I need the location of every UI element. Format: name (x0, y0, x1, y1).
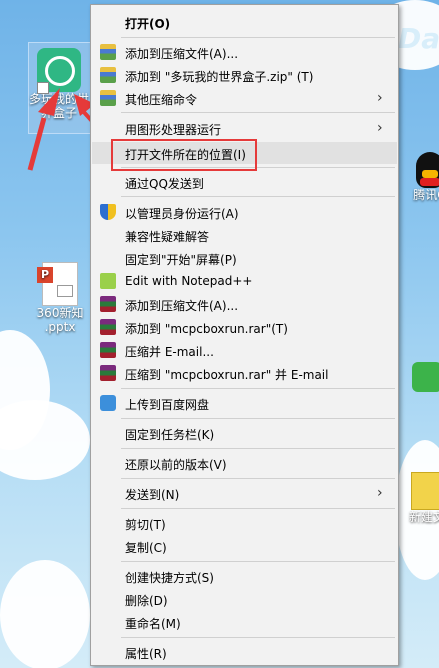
desktop-icon-label: 腾讯Q (413, 188, 439, 202)
notepad-icon (100, 273, 116, 289)
rar-icon (100, 319, 116, 335)
menu-item-label: 复制(C) (125, 541, 167, 555)
winrar-icon (100, 90, 116, 106)
menu-item-run-with-gpu[interactable]: 用图形处理器运行 › (92, 117, 397, 139)
menu-item-add-to-archive[interactable]: 添加到压缩文件(A)... (92, 41, 397, 63)
menu-item-label: 剪切(T) (125, 518, 166, 532)
menu-item-cut[interactable]: 剪切(T) (92, 512, 397, 534)
menu-item-label: 添加到 "多玩我的世界盒子.zip" (T) (125, 70, 314, 84)
menu-item-label: 添加到压缩文件(A)... (125, 47, 239, 61)
qq-penguin-icon (416, 152, 439, 188)
menu-separator (121, 388, 395, 389)
menu-separator (121, 561, 395, 562)
menu-item-label: 用图形处理器运行 (125, 123, 222, 137)
new-file-icon (411, 472, 439, 510)
rar-icon (100, 296, 116, 312)
menu-item-send-to[interactable]: 发送到(N) › (92, 482, 397, 504)
menu-item-run-as-admin[interactable]: 以管理员身份运行(A) (92, 201, 397, 223)
menu-item-rar-compress-named-email[interactable]: 压缩到 "mcpcboxrun.rar" 并 E-mail (92, 362, 397, 384)
menu-item-label: 其他压缩命令 (125, 93, 198, 107)
desktop-icon-label: 360新知 (36, 306, 84, 320)
menu-separator (121, 637, 395, 638)
menu-item-label: 属性(R) (125, 647, 167, 661)
menu-item-label: 创建快捷方式(S) (125, 571, 214, 585)
menu-item-label: 固定到任务栏(K) (125, 428, 215, 442)
menu-separator (121, 112, 395, 113)
menu-separator (121, 478, 395, 479)
menu-item-label: 发送到(N) (125, 488, 180, 502)
menu-item-label: Edit with Notepad++ (125, 274, 253, 288)
menu-item-compat-troubleshoot[interactable]: 兼容性疑难解答 (92, 224, 397, 246)
chevron-right-icon: › (377, 90, 383, 106)
winrar-icon (100, 44, 116, 60)
menu-item-label: 压缩到 "mcpcboxrun.rar" 并 E-mail (125, 368, 329, 382)
menu-item-pin-taskbar[interactable]: 固定到任务栏(K) (92, 422, 397, 444)
pptx-file-icon: P (37, 262, 78, 306)
shield-icon (100, 204, 116, 220)
menu-item-other-compress[interactable]: 其他压缩命令 › (92, 87, 397, 109)
menu-separator (121, 196, 395, 197)
menu-item-label: 以管理员身份运行(A) (125, 207, 239, 221)
menu-separator (121, 448, 395, 449)
menu-item-rar-compress-email[interactable]: 压缩并 E-mail... (92, 339, 397, 361)
menu-item-pin-to-start[interactable]: 固定到"开始"屏幕(P) (92, 247, 397, 269)
menu-item-label: 上传到百度网盘 (125, 398, 210, 412)
menu-separator (121, 37, 395, 38)
menu-item-properties[interactable]: 属性(R) (92, 641, 397, 663)
desktop-icon-new[interactable]: 新建文 (402, 472, 439, 524)
menu-item-open[interactable]: 打开(O) (92, 11, 397, 33)
chevron-right-icon: › (377, 485, 383, 501)
chevron-right-icon: › (377, 120, 383, 136)
menu-item-label: 压缩并 E-mail... (125, 345, 214, 359)
menu-item-send-via-qq[interactable]: 通过QQ发送到 (92, 171, 397, 193)
menu-item-label: 还原以前的版本(V) (125, 458, 227, 472)
menu-item-add-to-zip[interactable]: 添加到 "多玩我的世界盒子.zip" (T) (92, 64, 397, 86)
menu-item-label: 通过QQ发送到 (125, 177, 204, 191)
desktop-icon-qq[interactable]: 腾讯Q (410, 152, 439, 202)
menu-separator (121, 508, 395, 509)
rar-icon (100, 342, 116, 358)
wechat-icon[interactable] (412, 362, 439, 392)
menu-item-label: 添加到 "mcpcboxrun.rar"(T) (125, 322, 288, 336)
menu-item-label: 打开(O) (125, 17, 171, 31)
desktop-icon-label: 新建文 (408, 510, 439, 524)
menu-item-copy[interactable]: 复制(C) (92, 535, 397, 557)
menu-item-rar-add-archive[interactable]: 添加到压缩文件(A)... (92, 293, 397, 315)
annotation-highlight-box (111, 139, 257, 171)
context-menu: 打开(O) 添加到压缩文件(A)... 添加到 "多玩我的世界盒子.zip" (… (90, 4, 399, 666)
menu-item-label: 重命名(M) (125, 617, 181, 631)
menu-item-upload-baidu[interactable]: 上传到百度网盘 (92, 392, 397, 414)
menu-item-label: 删除(D) (125, 594, 168, 608)
menu-item-delete[interactable]: 删除(D) (92, 588, 397, 610)
menu-item-label: 固定到"开始"屏幕(P) (125, 253, 237, 267)
menu-item-create-shortcut[interactable]: 创建快捷方式(S) (92, 565, 397, 587)
baidu-cloud-icon (100, 395, 116, 411)
menu-separator (121, 418, 395, 419)
winrar-icon (100, 67, 116, 83)
rar-icon (100, 365, 116, 381)
menu-item-label: 添加到压缩文件(A)... (125, 299, 239, 313)
menu-item-restore-versions[interactable]: 还原以前的版本(V) (92, 452, 397, 474)
menu-item-edit-notepadpp[interactable]: Edit with Notepad++ (92, 270, 397, 292)
menu-item-label: 兼容性疑难解答 (125, 230, 210, 244)
desktop-logo-text: Da (398, 22, 439, 55)
menu-item-rar-add-named[interactable]: 添加到 "mcpcboxrun.rar"(T) (92, 316, 397, 338)
desktop-icon-pptx[interactable]: P 360新知 .pptx (30, 262, 90, 334)
desktop-icon-label: .pptx (44, 320, 76, 334)
menu-item-rename[interactable]: 重命名(M) (92, 611, 397, 633)
